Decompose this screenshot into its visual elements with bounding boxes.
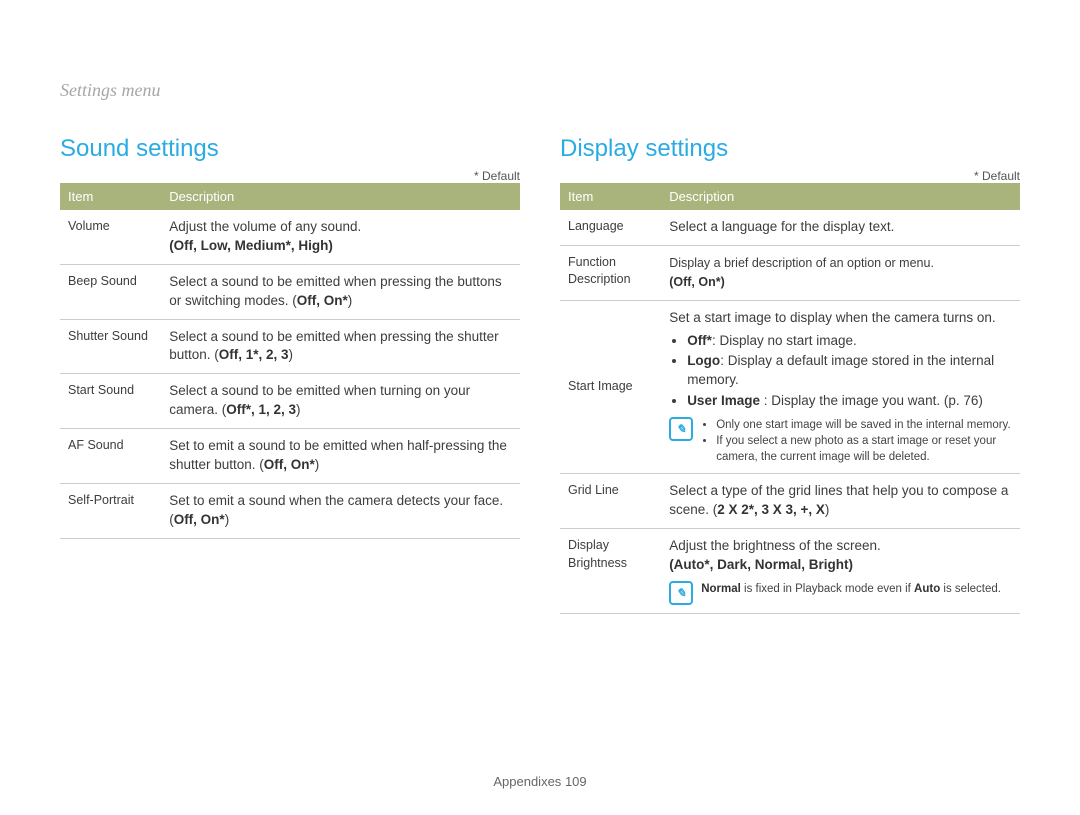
item-label: Display Brightness [560,529,661,614]
table-row: Self-Portrait Set to emit a sound when t… [60,483,520,538]
default-note-right: * Default [560,169,1020,183]
display-table: Item Description Language Select a langu… [560,183,1020,614]
item-desc: Select a language for the display text. [661,210,1020,245]
item-desc: Adjust the volume of any sound. (Off, Lo… [161,210,520,264]
display-title: Display settings [560,135,1020,163]
table-row: Start Sound Select a sound to be emitted… [60,374,520,429]
item-desc: Set to emit a sound when the camera dete… [161,483,520,538]
sound-title: Sound settings [60,135,520,163]
item-desc: Display a brief description of an option… [661,245,1020,300]
item-desc: Set to emit a sound to be emitted when h… [161,429,520,484]
sound-table: Item Description Volume Adjust the volum… [60,183,520,539]
item-label: Start Sound [60,374,161,429]
col-desc: Description [161,183,520,210]
item-label: Grid Line [560,474,661,529]
table-row: Function Description Display a brief des… [560,245,1020,300]
item-desc: Select a sound to be emitted when turnin… [161,374,520,429]
note-icon: ✎ [669,417,693,441]
item-desc: Select a type of the grid lines that hel… [661,474,1020,529]
page-body: Sound settings * Default Item Descriptio… [0,0,1080,664]
breadcrumb: Settings menu [60,80,161,101]
col-desc: Description [661,183,1020,210]
page-footer: Appendixes 109 [0,774,1080,789]
item-desc: Adjust the brightness of the screen. (Au… [661,529,1020,614]
item-label: Language [560,210,661,245]
item-label: Function Description [560,245,661,300]
table-row: Beep Sound Select a sound to be emitted … [60,264,520,319]
item-label: Self-Portrait [60,483,161,538]
table-row: Grid Line Select a type of the grid line… [560,474,1020,529]
display-settings-column: Display settings * Default Item Descript… [560,135,1020,614]
table-row: Display Brightness Adjust the brightness… [560,529,1020,614]
item-desc: Select a sound to be emitted when pressi… [161,264,520,319]
default-note-left: * Default [60,169,520,183]
note-icon: ✎ [669,581,693,605]
item-label: Volume [60,210,161,264]
item-desc: Set a start image to display when the ca… [661,300,1020,474]
col-item: Item [60,183,161,210]
table-row: Shutter Sound Select a sound to be emitt… [60,319,520,374]
item-desc: Select a sound to be emitted when pressi… [161,319,520,374]
table-row: Language Select a language for the displ… [560,210,1020,245]
table-row: Start Image Set a start image to display… [560,300,1020,474]
table-row: Volume Adjust the volume of any sound. (… [60,210,520,264]
item-label: Shutter Sound [60,319,161,374]
sound-settings-column: Sound settings * Default Item Descriptio… [60,135,520,614]
item-label: AF Sound [60,429,161,484]
item-label: Beep Sound [60,264,161,319]
col-item: Item [560,183,661,210]
table-row: AF Sound Set to emit a sound to be emitt… [60,429,520,484]
item-label: Start Image [560,300,661,474]
